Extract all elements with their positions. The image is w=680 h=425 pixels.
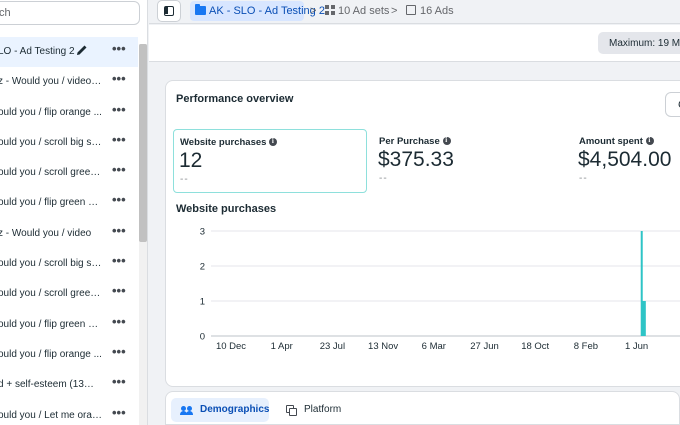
platform-icon bbox=[286, 405, 297, 416]
maximum-date-button[interactable]: Maximum: 19 Ma bbox=[598, 32, 680, 54]
more-options-icon[interactable]: ••• bbox=[112, 344, 126, 359]
y-tick-label: 0 bbox=[200, 332, 205, 343]
x-tick-label: 23 Jul bbox=[320, 341, 345, 352]
list-item[interactable]: ould you / flip orange ... ••• bbox=[0, 340, 138, 370]
x-tick-label: 27 Jun bbox=[470, 341, 499, 352]
campaign-list: LO - Ad Testing 2 ••• z - Would you / vide… bbox=[0, 37, 138, 425]
more-options-icon[interactable]: ••• bbox=[112, 162, 126, 177]
chevron-right-icon: > bbox=[391, 5, 398, 17]
more-options-icon[interactable]: ••• bbox=[112, 314, 126, 329]
performance-overview-card: Performance overview C Website purchases… bbox=[165, 80, 680, 387]
breadcrumb-adsets[interactable]: 10 Ad sets bbox=[325, 5, 389, 17]
list-item-label: z - Would you / video - ... bbox=[0, 76, 102, 88]
tab-demographics[interactable]: Demographics bbox=[171, 398, 269, 422]
list-item-label: z - Would you / video bbox=[0, 227, 92, 239]
tab-demographics-label: Demographics bbox=[200, 404, 270, 415]
list-item-label: ould you / flip orange ... bbox=[0, 106, 102, 118]
breakdown-tabs: Demographics Platform bbox=[165, 391, 680, 425]
more-options-icon[interactable]: ••• bbox=[112, 374, 126, 389]
more-options-icon[interactable]: ••• bbox=[112, 41, 126, 56]
list-item-label: ould you / scroll big sc... bbox=[0, 136, 102, 148]
list-item[interactable]: ould you / scroll big sc... ••• bbox=[0, 249, 138, 279]
sidebar-scrollbar[interactable] bbox=[139, 44, 147, 425]
x-tick-label: 6 Mar bbox=[422, 341, 446, 352]
list-item[interactable]: ould you / scroll big sc... ••• bbox=[0, 128, 138, 158]
breadcrumb-ads[interactable]: 16 Ads bbox=[406, 5, 454, 17]
breadcrumb-campaign[interactable]: AK - SLO - Ad Testing 2 bbox=[190, 1, 325, 21]
breadcrumb-adsets-label: 10 Ad sets bbox=[338, 5, 390, 17]
breadcrumb: AK - SLO - Ad Testing 2 > 10 Ad sets > 1… bbox=[149, 0, 680, 24]
people-icon bbox=[180, 406, 193, 415]
scroll-thumb[interactable] bbox=[139, 44, 147, 242]
x-tick-label: 13 Nov bbox=[368, 341, 398, 352]
website-purchases-chart: 0 1 2 3 10 Dec 1 Apr 23 Jul 13 Nov 6 Mar 27 Jun 18… bbox=[200, 227, 680, 352]
list-item[interactable]: ould you / flip green w... ••• bbox=[0, 188, 138, 218]
x-tick-label: 1 Apr bbox=[271, 341, 293, 352]
chevron-right-icon: > bbox=[310, 5, 317, 17]
ad-icon bbox=[406, 5, 416, 15]
list-item-label: ould you / scroll green ... bbox=[0, 167, 102, 179]
breadcrumb-campaign-label: AK - SLO - Ad Testing 2 bbox=[209, 5, 325, 17]
list-item-label: ould you / flip green w... bbox=[0, 318, 102, 330]
tab-platform[interactable]: Platform bbox=[282, 398, 362, 422]
list-item[interactable]: d + self-esteem (13M) -... ••• bbox=[0, 370, 138, 400]
search-input[interactable]: ch bbox=[0, 1, 140, 25]
y-tick-label: 1 bbox=[200, 297, 205, 308]
sidebar: ch LO - Ad Testing 2 ••• z - Would you / v… bbox=[0, 0, 148, 425]
toolbar: Maximum: 19 Ma bbox=[149, 25, 680, 62]
folder-icon bbox=[195, 4, 206, 15]
list-item[interactable]: z - Would you / video - ... ••• bbox=[0, 67, 138, 97]
more-options-icon[interactable]: ••• bbox=[112, 283, 126, 298]
list-item-label: ould you / scroll big sc... bbox=[0, 258, 102, 270]
list-item-label: d + self-esteem (13M) -... bbox=[0, 379, 102, 391]
list-item[interactable]: z - Would you / video ••• bbox=[0, 219, 138, 249]
list-item-label: ould you / flip green w... bbox=[0, 197, 102, 209]
more-options-icon[interactable]: ••• bbox=[112, 71, 126, 86]
y-tick-label: 2 bbox=[200, 262, 205, 273]
more-options-icon[interactable]: ••• bbox=[112, 132, 126, 147]
y-tick-label: 3 bbox=[200, 227, 205, 238]
x-tick-label: 1 Jun bbox=[625, 341, 648, 352]
more-options-icon[interactable]: ••• bbox=[112, 192, 126, 207]
x-tick-label: 18 Oct bbox=[521, 341, 549, 352]
sidebar-icon bbox=[164, 6, 174, 16]
more-options-icon[interactable]: ••• bbox=[112, 253, 126, 268]
list-item[interactable]: LO - Ad Testing 2 ••• bbox=[0, 37, 138, 68]
tab-platform-label: Platform bbox=[304, 404, 342, 415]
more-options-icon[interactable]: ••• bbox=[112, 223, 126, 238]
more-options-icon[interactable]: ••• bbox=[112, 102, 126, 117]
list-item[interactable]: ould you / flip green w... ••• bbox=[0, 310, 138, 340]
list-item[interactable]: ould you / scroll green ... ••• bbox=[0, 158, 138, 188]
list-item[interactable]: ould you / Let me oran... ••• bbox=[0, 401, 138, 425]
breadcrumb-ads-label: 16 Ads bbox=[420, 5, 454, 17]
list-item[interactable]: ould you / scroll green ... ••• bbox=[0, 279, 138, 309]
list-item-label: ould you / scroll green ... bbox=[0, 288, 102, 300]
pencil-icon[interactable] bbox=[76, 44, 88, 56]
list-item-label: ould you / flip orange ... bbox=[0, 348, 102, 360]
list-item-label: ould you / Let me oran... bbox=[0, 409, 102, 421]
x-tick-label: 10 Dec bbox=[216, 341, 246, 352]
x-tick-label: 8 Feb bbox=[574, 341, 598, 352]
more-options-icon[interactable]: ••• bbox=[112, 405, 126, 420]
toggle-sidebar-button[interactable] bbox=[157, 0, 181, 22]
list-item[interactable]: ould you / flip orange ... ••• bbox=[0, 98, 138, 128]
bar[interactable] bbox=[643, 301, 646, 336]
grid-icon bbox=[325, 5, 335, 15]
